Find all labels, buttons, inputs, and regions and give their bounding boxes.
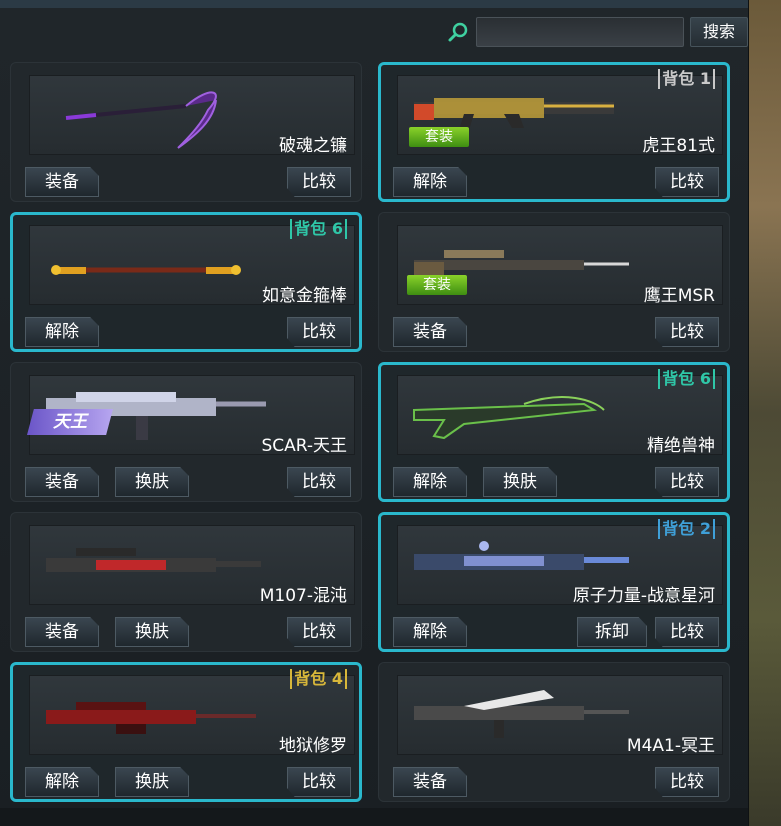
weapon-inventory-panel: 搜索 破魂之镰 装备 比较 背包 1 套装 虎王81式 解除 比较 背包 6 如…	[0, 0, 749, 826]
tianwang-badge: 天王	[27, 409, 113, 435]
unequip-button[interactable]: 解除	[393, 167, 467, 197]
unequip-button[interactable]: 解除	[25, 317, 99, 347]
backpack-slot-tag: 背包 6	[290, 219, 347, 239]
weapon-card[interactable]: 背包 2 原子力量-战意星河 解除 拆卸 比较	[378, 512, 730, 652]
weapon-card[interactable]: 背包 6 精绝兽神 解除 换肤 比较	[378, 362, 730, 502]
weapon-name: 破魂之镰	[279, 136, 347, 156]
equip-button[interactable]: 装备	[393, 767, 467, 797]
weapon-name: 鹰王MSR	[643, 286, 715, 306]
suit-badge: 套装	[407, 275, 467, 295]
compare-button[interactable]: 比较	[655, 617, 719, 647]
compare-button[interactable]: 比较	[655, 767, 719, 797]
background-scenery	[745, 0, 781, 826]
equip-button[interactable]: 装备	[25, 467, 99, 497]
weapon-name: 地狱修罗	[279, 736, 347, 756]
search-input[interactable]	[476, 17, 684, 47]
weapon-card[interactable]: 天王 SCAR-天王 装备 换肤 比较	[10, 362, 362, 502]
unequip-button[interactable]: 解除	[25, 767, 99, 797]
equip-button[interactable]: 装备	[25, 617, 99, 647]
weapon-name: M107-混沌	[259, 586, 347, 606]
search-button[interactable]: 搜索	[690, 17, 748, 47]
compare-button[interactable]: 比较	[287, 617, 351, 647]
weapon-name: M4A1-冥王	[626, 736, 715, 756]
weapon-name: 虎王81式	[642, 136, 715, 156]
panel-top-bar	[0, 0, 748, 8]
weapon-name: SCAR-天王	[261, 436, 347, 456]
backpack-slot-tag: 背包 1	[658, 69, 715, 89]
reskin-button[interactable]: 换肤	[483, 467, 557, 497]
unequip-button[interactable]: 解除	[393, 617, 467, 647]
dismantle-button[interactable]: 拆卸	[577, 617, 647, 647]
equip-button[interactable]: 装备	[393, 317, 467, 347]
weapon-card[interactable]: M107-混沌 装备 换肤 比较	[10, 512, 362, 652]
compare-button[interactable]: 比较	[287, 467, 351, 497]
search-icon[interactable]	[447, 21, 469, 43]
compare-button[interactable]: 比较	[287, 317, 351, 347]
compare-button[interactable]: 比较	[287, 167, 351, 197]
backpack-slot-tag: 背包 4	[290, 669, 347, 689]
panel-footer	[0, 808, 748, 826]
weapon-card[interactable]: 背包 1 套装 虎王81式 解除 比较	[378, 62, 730, 202]
compare-button[interactable]: 比较	[655, 167, 719, 197]
backpack-slot-tag: 背包 2	[658, 519, 715, 539]
weapon-name: 原子力量-战意星河	[572, 586, 715, 606]
reskin-button[interactable]: 换肤	[115, 767, 189, 797]
weapon-card[interactable]: 背包 6 如意金箍棒 解除 比较	[10, 212, 362, 352]
weapon-name: 精绝兽神	[647, 436, 715, 456]
compare-button[interactable]: 比较	[655, 317, 719, 347]
reskin-button[interactable]: 换肤	[115, 617, 189, 647]
weapon-card[interactable]: 背包 4 地狱修罗 解除 换肤 比较	[10, 662, 362, 802]
backpack-slot-tag: 背包 6	[658, 369, 715, 389]
weapon-card[interactable]: 破魂之镰 装备 比较	[10, 62, 362, 202]
equip-button[interactable]: 装备	[25, 167, 99, 197]
suit-badge: 套装	[409, 127, 469, 147]
compare-button[interactable]: 比较	[655, 467, 719, 497]
compare-button[interactable]: 比较	[287, 767, 351, 797]
weapon-card[interactable]: M4A1-冥王 装备 比较	[378, 662, 730, 802]
weapon-name: 如意金箍棒	[262, 286, 347, 306]
reskin-button[interactable]: 换肤	[115, 467, 189, 497]
unequip-button[interactable]: 解除	[393, 467, 467, 497]
weapon-card[interactable]: 套装 鹰王MSR 装备 比较	[378, 212, 730, 352]
